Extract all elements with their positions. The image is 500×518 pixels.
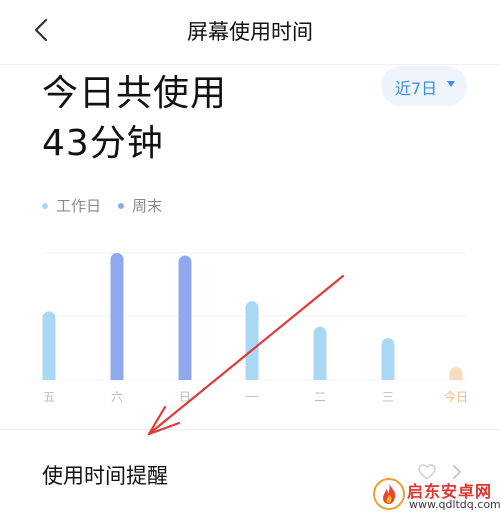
chart-bar-2[interactable]: [178, 255, 192, 387]
usage-reminder-label: 使用时间提醒: [42, 464, 168, 488]
chart-tick-label: 二: [314, 390, 326, 404]
page-title: 屏幕使用时间: [187, 20, 313, 44]
usage-headline: 今日共使用: [42, 73, 228, 114]
usage-bar-chart: 五 六 日 一 二 三 今日: [42, 252, 468, 404]
chart-tick-label: 六: [111, 390, 123, 404]
chart-tick-label: 今日: [444, 389, 468, 404]
chart-tick-label: 五: [43, 390, 55, 404]
chart-bar-4[interactable]: [313, 326, 327, 387]
caret-down-icon: [447, 81, 455, 87]
chart-tick-label: 日: [179, 390, 191, 404]
legend-dot-weekend: [118, 203, 124, 209]
range-selector-label: 近7日: [395, 79, 438, 98]
chart-bar-0[interactable]: [42, 311, 56, 386]
chart-bar-6[interactable]: [449, 367, 463, 387]
range-selector-button[interactable]: 近7日: [381, 66, 467, 106]
chart-bar-5[interactable]: [381, 338, 395, 386]
legend-label-weekend: 周末: [132, 197, 163, 215]
header: 屏幕使用时间: [0, 0, 500, 62]
legend-label-weekday: 工作日: [56, 197, 102, 215]
legend-dot-weekday: [42, 203, 48, 209]
chart-bar-1[interactable]: [110, 253, 124, 387]
chart-tick-label: 三: [382, 390, 394, 404]
chart-tick-label: 一: [246, 390, 258, 404]
usage-total: 43分钟: [42, 123, 164, 164]
chart-bar-3[interactable]: [245, 301, 259, 386]
watermark-url: www.qdltdq.com: [409, 498, 500, 511]
watermark: 启东安卓网 www.qdltdq.com: [373, 476, 500, 514]
fire-logo-icon: [373, 478, 405, 510]
section-divider: [0, 429, 500, 430]
